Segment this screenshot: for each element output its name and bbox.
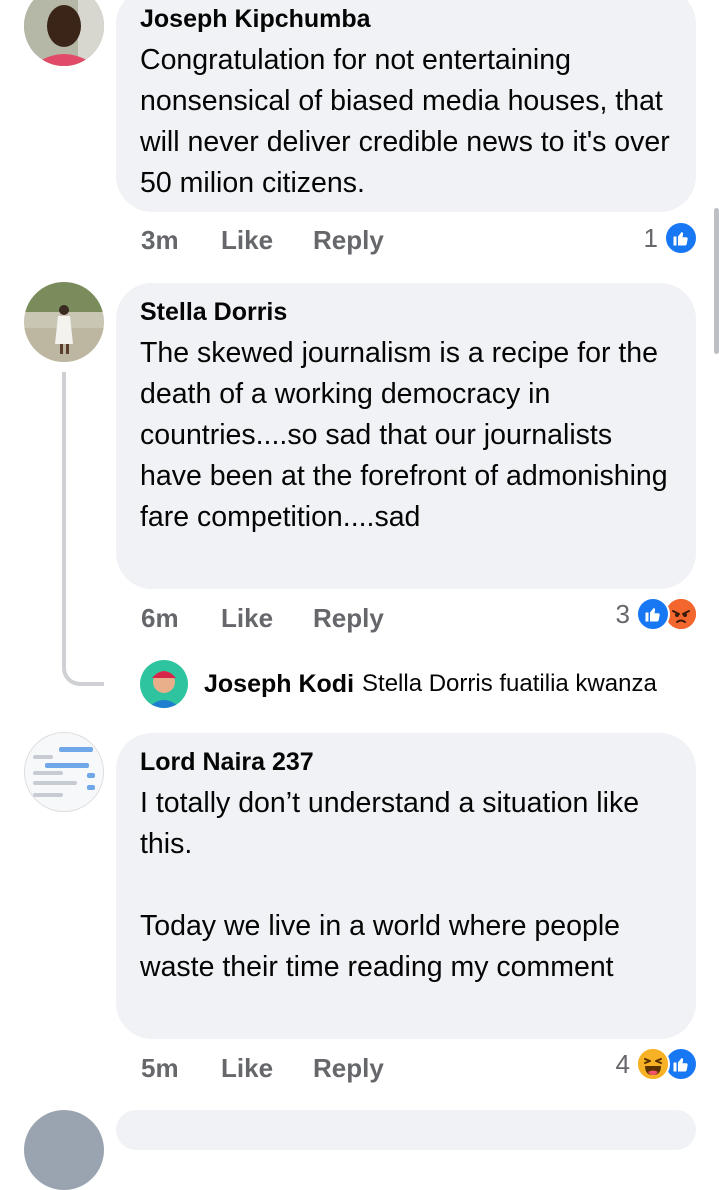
comment-actions: 6m Like Reply	[141, 598, 384, 638]
reply-button[interactable]: Reply	[313, 225, 384, 256]
comment-author[interactable]: Stella Dorris	[140, 297, 672, 327]
comment-bubble: Joseph Kipchumba Congratulation for not …	[116, 0, 696, 212]
reaction-summary[interactable]: 4	[540, 1046, 698, 1082]
comment-actions: 3m Like Reply	[141, 220, 384, 260]
comment-text: Congratulation for not entertaining nons…	[140, 44, 670, 199]
comment-bubble-next	[116, 1110, 696, 1150]
comment-bubble: Lord Naira 237 I totally don’t understan…	[116, 733, 696, 1039]
avatar-stella-dorris[interactable]	[24, 282, 104, 362]
scrollbar[interactable]	[714, 208, 719, 354]
avatar-lord-naira-237[interactable]	[24, 732, 104, 812]
reply-button[interactable]: Reply	[313, 1053, 384, 1084]
comment-text: The skewed journalism is a recipe for th…	[140, 337, 668, 533]
like-icon	[636, 597, 670, 631]
reaction-count: 4	[615, 1048, 630, 1079]
reply-text: Stella Dorris fuatilia kwanza	[362, 670, 657, 697]
person-photo-icon	[24, 282, 104, 362]
haha-icon	[636, 1047, 670, 1081]
reply-thread-line	[62, 372, 104, 686]
comment-bubble: Stella Dorris The skewed journalism is a…	[116, 283, 696, 589]
comment-actions: 5m Like Reply	[141, 1048, 384, 1088]
reply-author[interactable]: Joseph Kodi	[204, 670, 354, 699]
person-avatar-icon	[140, 660, 188, 708]
comment-time[interactable]: 5m	[141, 1053, 221, 1084]
person-photo-icon	[24, 0, 104, 66]
reaction-summary[interactable]: 1	[560, 220, 698, 256]
like-button[interactable]: Like	[221, 225, 313, 256]
chat-screenshot-icon	[25, 733, 103, 811]
avatar-joseph-kodi[interactable]	[140, 660, 188, 708]
comment-author[interactable]: Lord Naira 237	[140, 747, 672, 777]
reaction-count: 1	[643, 222, 658, 253]
reply-button[interactable]: Reply	[313, 603, 384, 634]
avatar-next-comment[interactable]	[24, 1110, 104, 1190]
comment-author[interactable]: Joseph Kipchumba	[140, 4, 672, 34]
reply-preview[interactable]: Joseph Kodi Stella Dorris fuatilia kwanz…	[140, 660, 657, 708]
reaction-summary[interactable]: 3	[540, 596, 698, 632]
reaction-count: 3	[615, 598, 630, 629]
comment-time[interactable]: 6m	[141, 603, 221, 634]
comment-text: I totally don’t understand a situation l…	[140, 787, 640, 983]
like-button[interactable]: Like	[221, 603, 313, 634]
like-button[interactable]: Like	[221, 1053, 313, 1084]
avatar-joseph-kipchumba[interactable]	[24, 0, 104, 66]
comment-time[interactable]: 3m	[141, 225, 221, 256]
like-icon	[664, 221, 698, 255]
